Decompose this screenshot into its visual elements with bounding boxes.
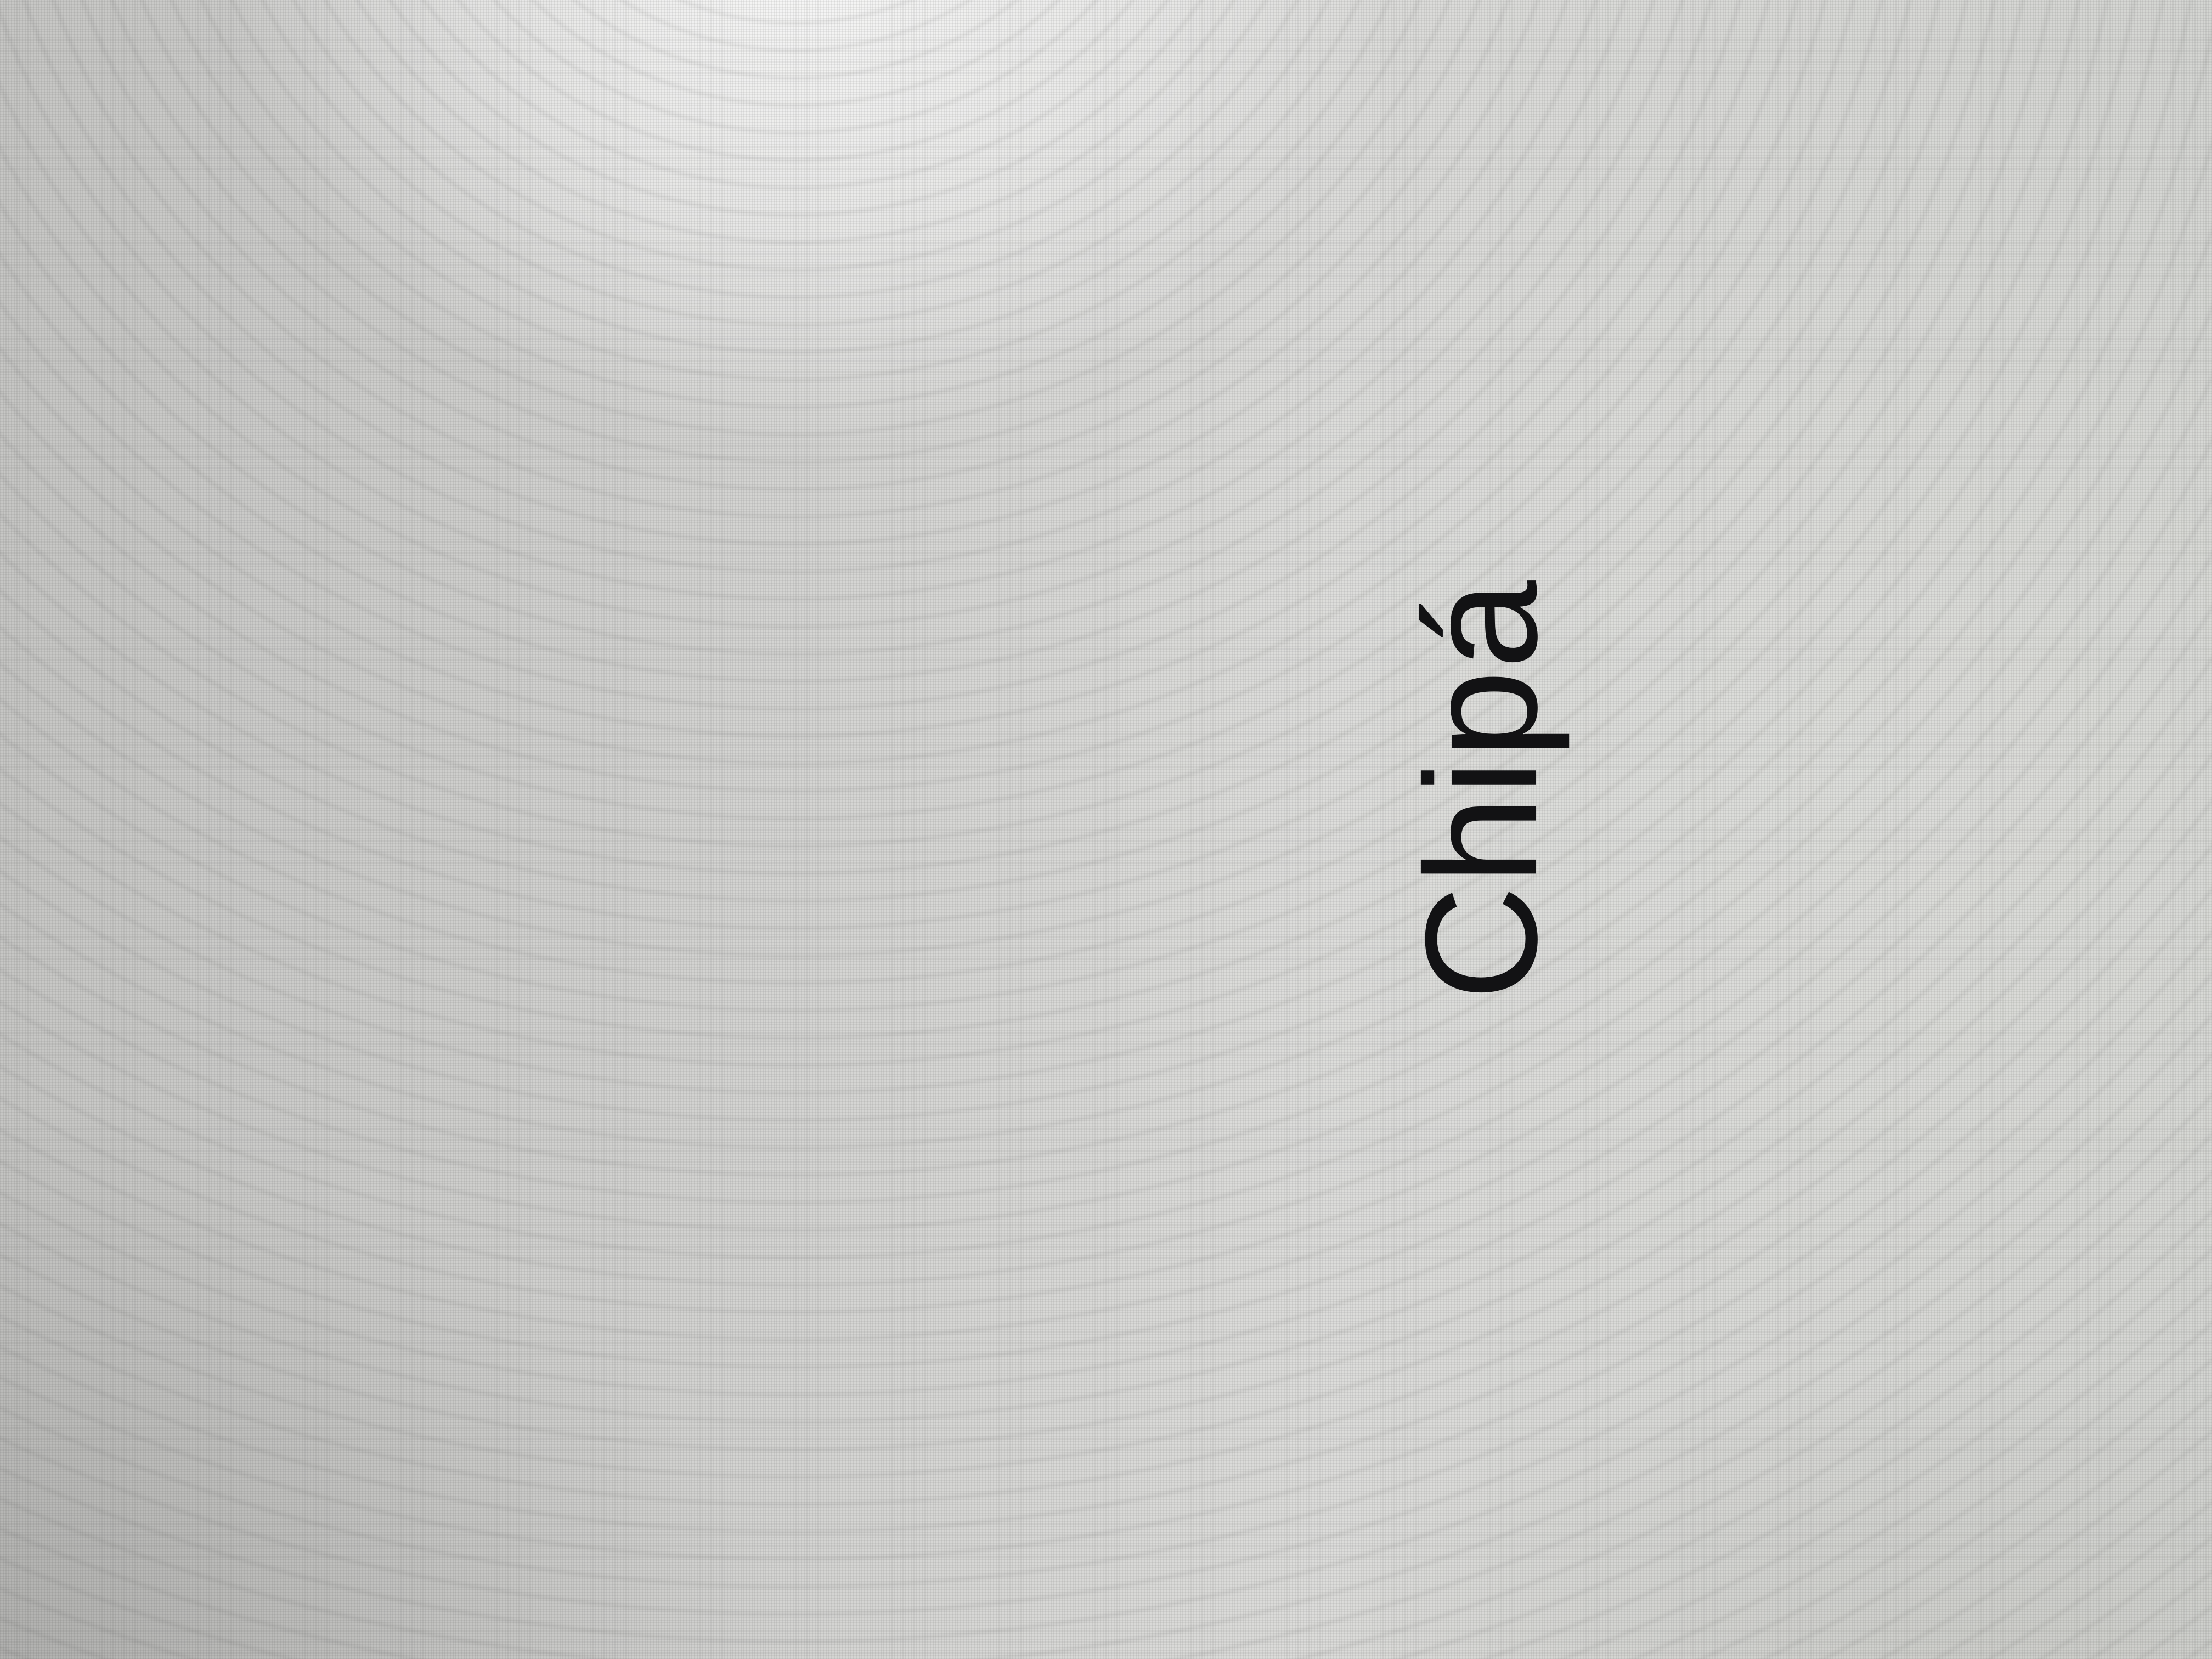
rotated-label: Chipá [1392, 579, 1570, 1001]
screen-photo: Chipá [0, 0, 2212, 1659]
pixel-grid [0, 0, 2212, 1659]
